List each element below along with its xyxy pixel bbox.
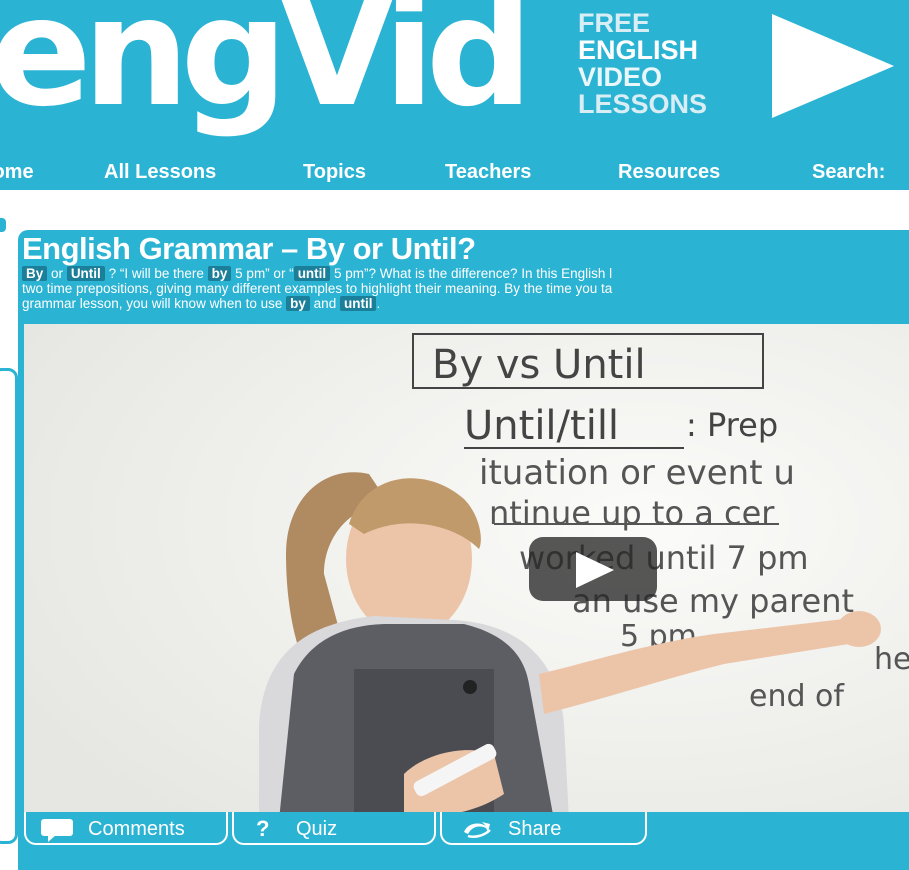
keyword-until[interactable]: until [339,296,377,311]
keyword-until[interactable]: until [293,266,331,281]
site-header: engVid FREE ENGLISH VIDEO LESSONS Home A… [0,0,909,190]
video-frame: By vs Until Until/till : Prep ituation o… [24,324,909,820]
whiteboard-heading-suffix: : Prep [686,406,778,444]
comment-icon [41,819,73,842]
quiz-tab[interactable]: ? Quiz [232,812,436,845]
video-player[interactable]: By vs Until Until/till : Prep ituation o… [24,324,909,820]
question-icon: ? [256,816,270,841]
whiteboard-heading: Until/till [464,403,619,449]
lesson-title: English Grammar – By or Until? [22,231,476,266]
nav-home[interactable]: Home [0,161,34,184]
nav-topics[interactable]: Topics [303,161,366,184]
whiteboard-title: By vs Until [432,342,646,388]
play-button[interactable] [529,537,657,601]
nav-search-label[interactable]: Search: [812,161,885,184]
nav-all-lessons[interactable]: All Lessons [104,161,216,184]
desc-text: 5 pm”? What is the difference? In this E… [333,266,613,281]
left-edge-tab [0,218,6,232]
whiteboard-line: end of [749,679,845,714]
desc-text: ? “I will be there [108,266,204,281]
desc-text: and [313,296,337,311]
whiteboard-line: he [874,642,909,677]
share-icon [464,822,491,838]
keyword-by[interactable]: By [22,266,48,281]
keyword-by[interactable]: by [207,266,232,281]
tagline: FREE ENGLISH VIDEO LESSONS [578,10,707,118]
desc-text: 5 pm” or “ [235,266,294,281]
play-icon [576,552,614,588]
desc-line-2: two time prepositions, giving many diffe… [22,281,613,296]
main-nav: Home All Lessons Topics Teachers Resourc… [0,155,909,190]
share-tab-label: Share [508,818,562,840]
nav-resources[interactable]: Resources [618,161,720,184]
tagline-line: FREE [578,8,651,38]
quiz-tab-label: Quiz [296,818,338,840]
desc-line-3: grammar lesson, you will know when to us… [22,296,909,311]
left-side-panel [0,368,18,844]
lesson-description: By or Until ? “I will be there by 5 pm” … [22,266,909,311]
desc-text: . [376,296,381,311]
play-logo-icon [772,14,894,118]
tagline-line: LESSONS [578,89,708,119]
comments-tab[interactable]: Comments [24,812,228,845]
whiteboard-line: ituation or event u [479,453,795,493]
tagline-line: ENGLISH [578,35,699,65]
keyword-by[interactable]: by [286,296,310,311]
desc-text: grammar lesson, you will know when to us… [22,296,283,311]
tagline-line: VIDEO [578,62,663,92]
engvid-logo[interactable]: engVid [0,0,533,128]
share-tab[interactable]: Share [440,812,647,845]
desc-text: or [51,266,64,281]
desc-line-1: By or Until ? “I will be there by 5 pm” … [22,266,909,281]
nav-teachers[interactable]: Teachers [445,161,531,184]
keyword-until[interactable]: Until [66,266,105,281]
whiteboard-line: ntinue up to a cer [489,494,775,532]
comments-tab-label: Comments [88,818,185,840]
